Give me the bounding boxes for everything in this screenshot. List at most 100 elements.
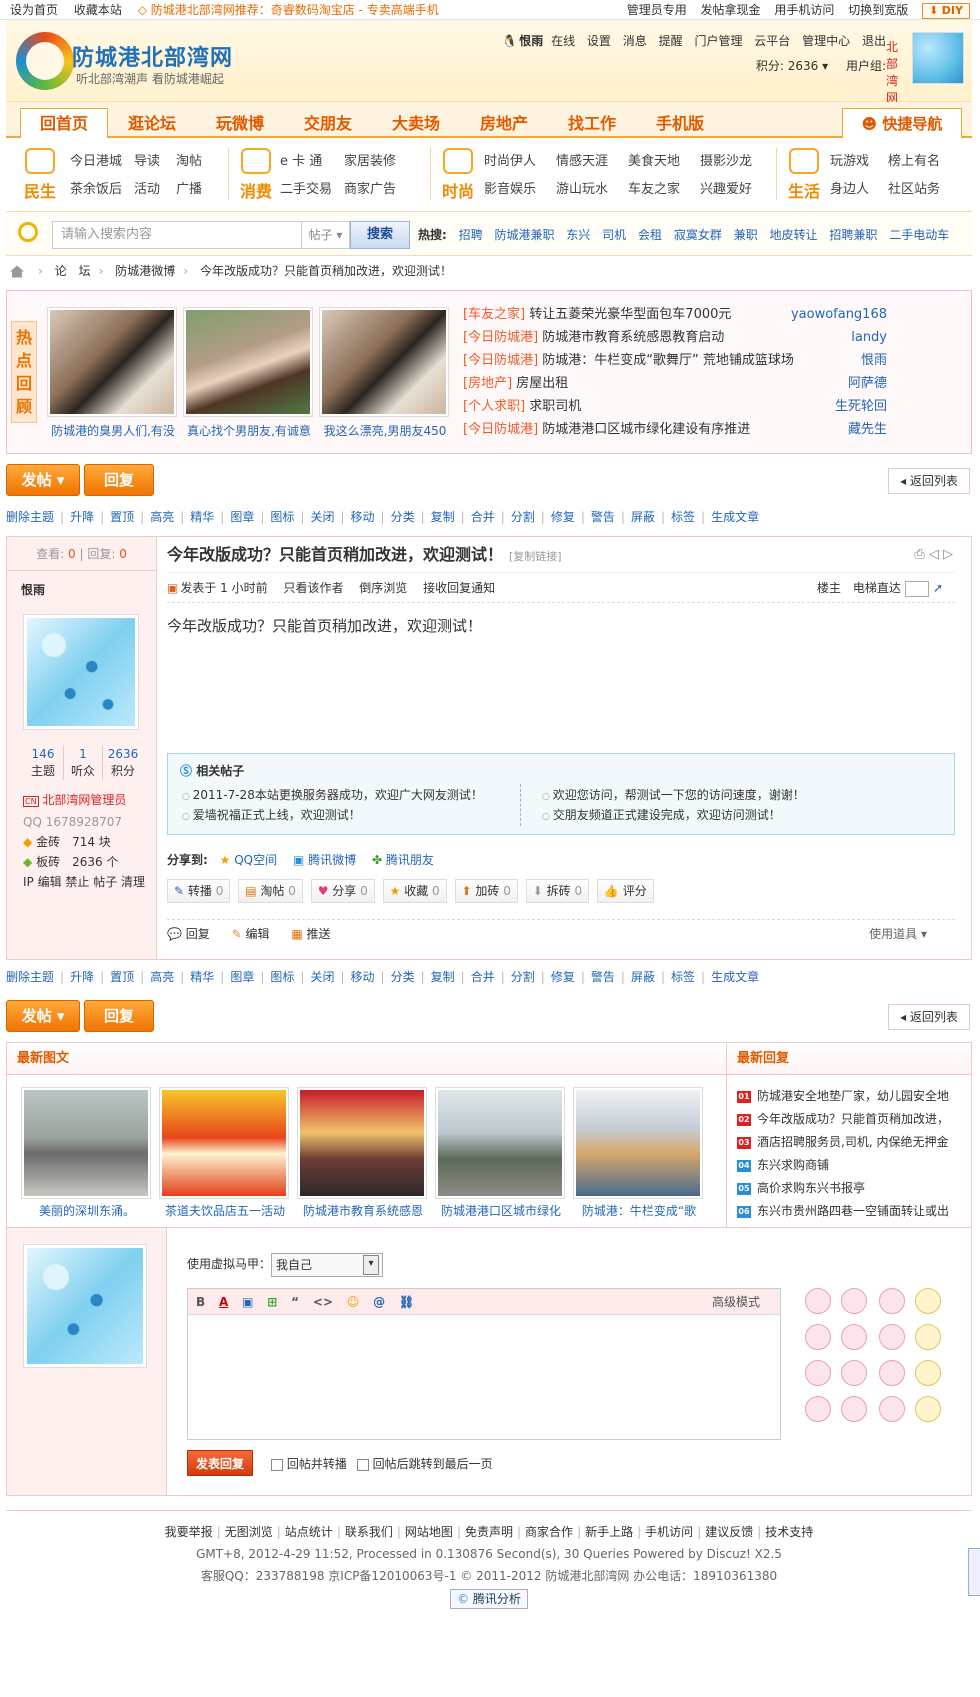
list-item[interactable]: 04 东兴求购商铺: [737, 1154, 971, 1177]
mod-action[interactable]: 分割: [511, 510, 535, 524]
subnav-link[interactable]: e 卡 通: [280, 148, 344, 176]
list-item[interactable]: [今日防城港] 防城港港口区城市绿化建设有序推进 藏先生: [463, 418, 887, 441]
quote-icon[interactable]: “: [291, 1295, 299, 1309]
item-category[interactable]: [今日防城港]: [463, 330, 538, 345]
font-color-icon[interactable]: A: [219, 1295, 228, 1309]
review-pic[interactable]: 真心找个男朋友,有诚意: [183, 307, 313, 438]
copy-link-button[interactable]: [复制链接]: [509, 550, 562, 563]
smiley-icon[interactable]: [805, 1324, 831, 1350]
related-link[interactable]: 欢迎您访问，帮测试一下您的访问速度，谢谢！: [542, 786, 805, 806]
side-feedback-tab[interactable]: [968, 1548, 980, 1596]
footer-link[interactable]: 新手上路: [585, 1525, 633, 1539]
latest-pic[interactable]: 茶道夫饮品店五一活动: [159, 1087, 289, 1218]
breadcrumb-thread[interactable]: 今年改版成功？只能首页稍加改进，欢迎测试！: [200, 264, 452, 278]
new-post-button[interactable]: 发帖 ▾: [6, 1000, 80, 1032]
jump-last-checkbox[interactable]: [356, 1458, 369, 1471]
hot-search-link[interactable]: 会租: [638, 228, 662, 242]
mod-action[interactable]: 生成文章: [711, 510, 759, 524]
mod-action[interactable]: 修复: [551, 510, 575, 524]
home-icon[interactable]: [10, 265, 24, 278]
submit-reply-button[interactable]: 发表回复: [187, 1450, 253, 1476]
subnav-link[interactable]: 导读: [134, 148, 176, 176]
list-item[interactable]: 01 防城港安全地垫厂家，幼儿园安全地: [737, 1085, 971, 1108]
share-qzone[interactable]: ★ QQ空间: [220, 853, 278, 867]
list-item[interactable]: [今日防城港] 防城港：牛栏变成“歌舞厅” 荒地铺成篮球场 恨雨: [463, 349, 887, 372]
mod-action[interactable]: 置顶: [110, 510, 134, 524]
rate-button[interactable]: 👍 评分: [596, 879, 654, 903]
nav-friends[interactable]: 交朋友: [284, 110, 372, 138]
smiley-icon[interactable]: [805, 1288, 831, 1314]
reply-button[interactable]: 回复: [84, 464, 154, 496]
item-category[interactable]: [今日防城港]: [463, 353, 538, 368]
list-item[interactable]: [个人求职] 求职司机 生死轮回: [463, 395, 887, 418]
notifications-link[interactable]: 提醒: [659, 34, 683, 48]
set-homepage-link[interactable]: 设为首页: [10, 3, 58, 17]
latest-pic[interactable]: 防城港港口区城市绿化: [435, 1087, 565, 1218]
item-title[interactable]: 转让五菱荣光豪华型面包车7000元: [529, 307, 731, 322]
hot-search-link[interactable]: 寂寞女群: [674, 228, 722, 242]
mod-action[interactable]: 关闭: [310, 970, 334, 984]
smiley-icon[interactable]: [805, 1396, 831, 1422]
nav-forum[interactable]: 逛论坛: [108, 110, 196, 138]
only-author-link[interactable]: 只看该作者: [283, 581, 343, 595]
search-scope-select[interactable]: 帖子 ▾: [302, 221, 350, 249]
latest-pic[interactable]: 防城港市教育系统感恩: [297, 1087, 427, 1218]
reply-link[interactable]: 酒店招聘服务员,司机, 内保绝无押金: [757, 1135, 948, 1149]
mod-action[interactable]: 分割: [511, 970, 535, 984]
mod-action[interactable]: 关闭: [310, 510, 334, 524]
subnav-link[interactable]: 兴趣爱好: [700, 176, 760, 204]
messages-link[interactable]: 消息: [623, 34, 647, 48]
footer-link[interactable]: 联系我们: [345, 1525, 393, 1539]
breadcrumb-forum[interactable]: 论 坛: [55, 264, 91, 278]
footer-link[interactable]: 建议反馈: [705, 1525, 753, 1539]
mod-action[interactable]: 升降: [70, 510, 94, 524]
smiley-icon[interactable]: [915, 1288, 941, 1314]
list-item[interactable]: [房地产] 房屋出租 阿萨德: [463, 372, 887, 395]
smiley-icon[interactable]: [805, 1360, 831, 1386]
image-icon[interactable]: ▣: [242, 1295, 253, 1309]
stat-points[interactable]: 2636 积分: [103, 746, 143, 780]
print-prev-next-icons[interactable]: ⎙ ◁ ▷: [914, 537, 953, 573]
item-title[interactable]: 求职司机: [529, 399, 581, 414]
nav-mobile[interactable]: 手机版: [636, 110, 724, 138]
avatar[interactable]: [23, 614, 139, 730]
latest-pic-caption[interactable]: 防城港港口区城市绿化: [436, 1202, 566, 1219]
list-item[interactable]: [今日防城港] 防城港市教育系统感恩教育启动 landy: [463, 326, 887, 349]
mod-action[interactable]: 移动: [351, 510, 375, 524]
subnav-link[interactable]: 影音娱乐: [484, 176, 556, 204]
user-name-link[interactable]: 恨雨: [519, 34, 543, 48]
mobile-access-link[interactable]: 用手机访问: [774, 3, 834, 17]
smiley-icon[interactable]: [915, 1396, 941, 1422]
add-brick-button[interactable]: ⬆ 加砖 0: [454, 879, 518, 903]
footer-link[interactable]: 站点统计: [285, 1525, 333, 1539]
user-group-link[interactable]: 北部湾网管理员: [886, 38, 898, 156]
subnav-link[interactable]: 商家广告: [344, 176, 408, 204]
mod-action[interactable]: 复制: [431, 510, 455, 524]
subnav-link[interactable]: 榜上有名: [888, 148, 954, 176]
mod-action[interactable]: 精华: [190, 510, 214, 524]
subnav-link[interactable]: 摄影沙龙: [700, 148, 760, 176]
item-title[interactable]: 房屋出租: [516, 376, 568, 391]
subnav-link[interactable]: 茶余饭后: [70, 176, 134, 204]
nav-weibo[interactable]: 玩微博: [196, 110, 284, 138]
subnav-link[interactable]: 情感天涯: [556, 148, 628, 176]
reply-link[interactable]: 防城港安全地垫厂家，幼儿园安全地: [757, 1089, 949, 1103]
admin-links[interactable]: IP 编辑 禁止 帖子 清理: [23, 872, 156, 892]
footer-link[interactable]: 免责声明: [465, 1525, 513, 1539]
mod-action[interactable]: 警告: [591, 510, 615, 524]
tencent-analytics-badge[interactable]: © 腾讯分析: [450, 1589, 528, 1609]
bold-icon[interactable]: B: [196, 1295, 205, 1309]
nav-market[interactable]: 大卖场: [372, 110, 460, 138]
mod-action[interactable]: 删除主题: [6, 970, 54, 984]
subnav-link[interactable]: 游山玩水: [556, 176, 628, 204]
smiley-icon[interactable]: [879, 1396, 905, 1422]
search-input[interactable]: 请输入搜索内容: [52, 221, 302, 249]
mod-action[interactable]: 图标: [270, 510, 294, 524]
share-button[interactable]: ♥ 分享 0: [310, 879, 375, 903]
reply-link[interactable]: 今年改版成功？只能首页稍加改进，: [757, 1112, 949, 1126]
list-item[interactable]: 05 高价求购东兴书报亭: [737, 1177, 971, 1200]
item-author[interactable]: landy: [851, 326, 887, 349]
diy-button[interactable]: ⬇ DIY: [922, 3, 970, 19]
new-post-button[interactable]: 发帖 ▾: [6, 464, 80, 496]
footer-link[interactable]: 我要举报: [165, 1525, 213, 1539]
